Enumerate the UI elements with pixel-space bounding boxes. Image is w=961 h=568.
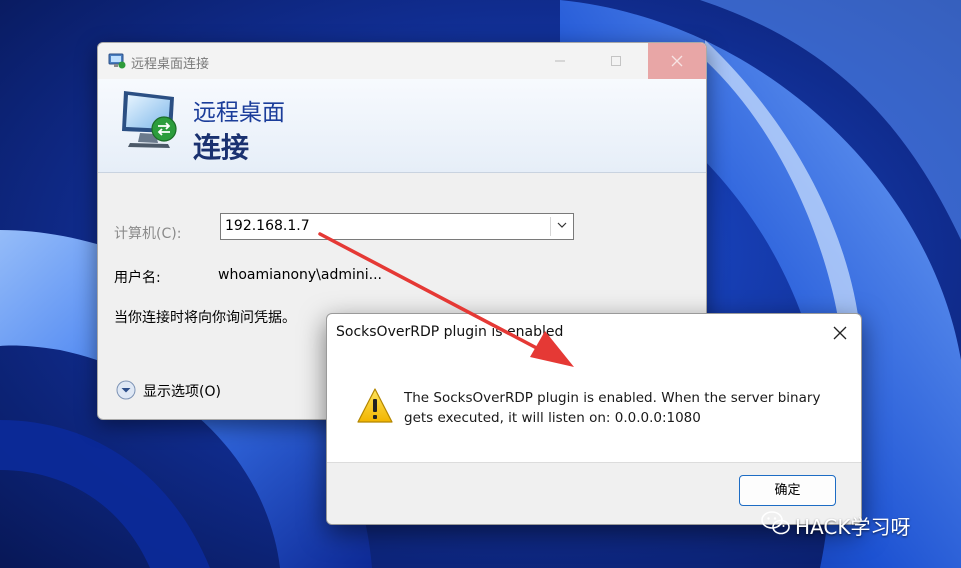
title-bar[interactable]: 远程桌面连接 xyxy=(98,43,706,79)
window-title: 远程桌面连接 xyxy=(131,57,210,72)
username-value: whoamianony\admini... xyxy=(218,267,382,283)
wechat-icon xyxy=(761,511,790,535)
watermark-text: HACK学习呀 xyxy=(795,515,911,539)
header-banner: 远程桌面 连接 xyxy=(98,79,706,173)
monitor-connection-icon xyxy=(122,91,177,148)
dialog-title: SocksOverRDP plugin is enabled xyxy=(336,324,564,340)
maximize-button[interactable] xyxy=(593,43,639,79)
expand-circle-icon[interactable] xyxy=(116,380,136,400)
warning-icon xyxy=(357,388,393,423)
minimize-icon xyxy=(555,60,565,62)
chevron-down-icon[interactable] xyxy=(556,219,568,231)
dialog-message-line1: The SocksOverRDP plugin is enabled. When… xyxy=(404,390,821,406)
ok-button[interactable]: 确定 xyxy=(739,475,836,506)
dialog-message: The SocksOverRDP plugin is enabled. When… xyxy=(404,388,834,428)
dialog-message-line2: gets executed, it will listen on: 0.0.0.… xyxy=(404,410,701,426)
close-button[interactable] xyxy=(648,43,706,79)
show-options-label: 显示选项(O) xyxy=(143,384,221,400)
dialog-close-icon[interactable] xyxy=(827,320,853,346)
computer-combobox[interactable]: 192.168.1.7 xyxy=(220,213,574,240)
computer-label: 计算机(C): xyxy=(114,226,182,242)
username-label: 用户名: xyxy=(114,270,161,286)
banner-title-line2: 连接 xyxy=(193,131,250,164)
minimize-button[interactable] xyxy=(537,43,583,79)
maximize-icon xyxy=(611,56,621,66)
combobox-divider xyxy=(550,217,551,236)
credential-hint: 当你连接时将向你询问凭据。 xyxy=(114,310,296,326)
banner-title-line1: 远程桌面 xyxy=(193,100,285,126)
computer-input[interactable]: 192.168.1.7 xyxy=(225,218,310,234)
close-icon xyxy=(671,55,683,67)
remote-desktop-icon xyxy=(108,53,126,69)
plugin-enabled-dialog: SocksOverRDP plugin is enabled The Socks… xyxy=(326,313,862,525)
